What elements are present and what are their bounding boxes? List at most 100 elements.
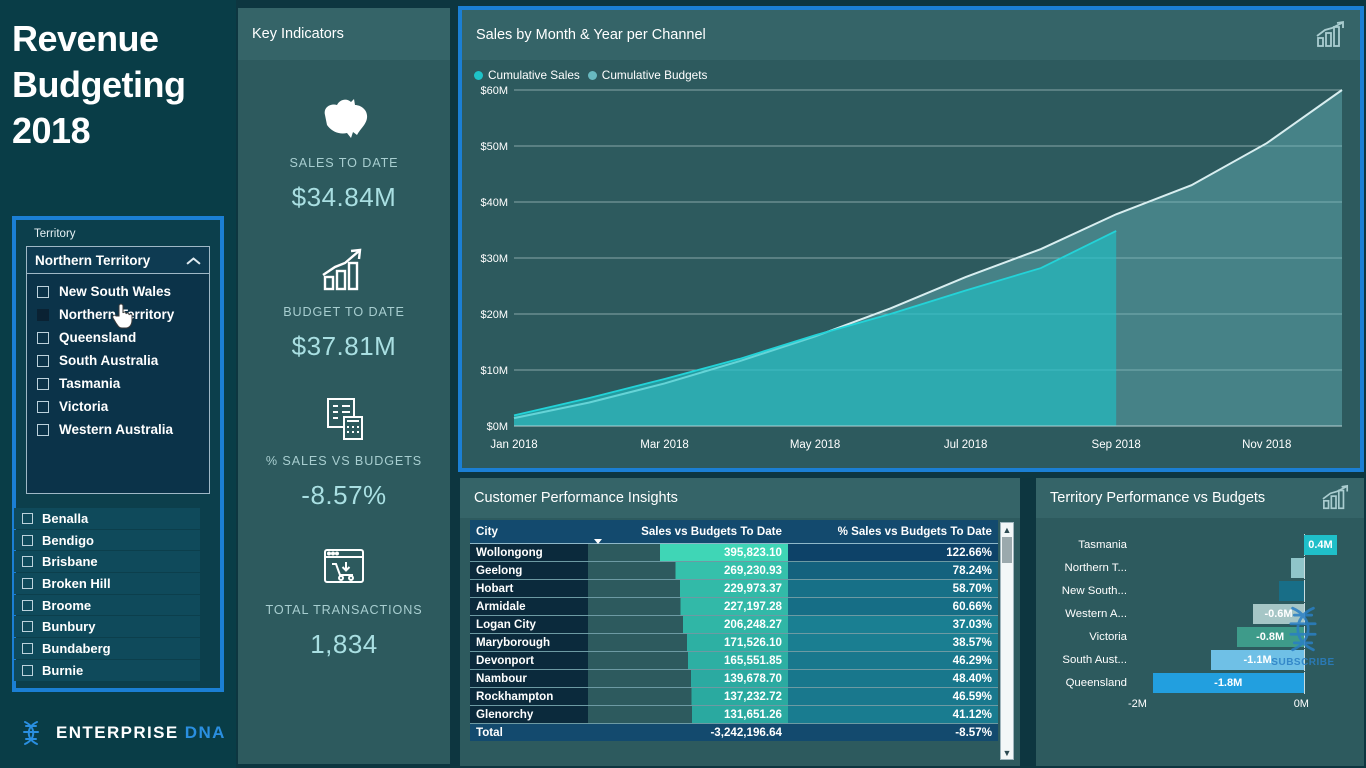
checkbox-icon[interactable] bbox=[22, 599, 33, 611]
checkbox-icon[interactable] bbox=[37, 354, 49, 367]
bar-fill[interactable] bbox=[1278, 581, 1304, 601]
table-row[interactable]: Nambour 139,678.70 48.40% bbox=[470, 669, 998, 688]
city-option[interactable]: Bundaberg bbox=[14, 638, 200, 659]
territory-bar-row[interactable]: New South... bbox=[1044, 580, 1350, 602]
axis-tick-zero: 0M bbox=[1293, 698, 1309, 710]
table-scrollbar[interactable]: ▲ ▼ bbox=[1000, 522, 1014, 760]
table-row[interactable]: Armidale 227,197.28 60.66% bbox=[470, 597, 998, 616]
bar-chart-growth-icon[interactable] bbox=[1314, 20, 1348, 55]
kpi-total-transactions: TOTAL TRANSACTIONS 1,834 bbox=[238, 537, 450, 660]
scrollbar-thumb[interactable] bbox=[1002, 537, 1012, 563]
y-axis-tick-label: $20M bbox=[480, 309, 508, 321]
city-option[interactable]: Broken Hill bbox=[14, 573, 200, 594]
table-row[interactable]: Rockhampton 137,232.72 46.59% bbox=[470, 687, 998, 706]
city-option[interactable]: Broome bbox=[14, 594, 200, 616]
checkbox-icon[interactable] bbox=[37, 377, 49, 390]
bar-fill[interactable]: -1.8M bbox=[1152, 673, 1304, 693]
checkbox-icon[interactable] bbox=[22, 556, 33, 568]
title-line-2: Budgeting bbox=[12, 64, 186, 105]
legend-label: Cumulative Sales bbox=[488, 68, 580, 82]
checkbox-icon[interactable] bbox=[37, 400, 49, 413]
territory-bar-row[interactable]: Victoria -0.8M bbox=[1044, 626, 1350, 648]
territory-option[interactable]: New South Wales bbox=[27, 280, 209, 303]
city-slicer-list[interactable]: Benalla Bendigo Brisbane Broken Hill Broome B… bbox=[14, 508, 200, 682]
checkbox-icon[interactable] bbox=[37, 331, 49, 344]
table-row[interactable]: Devonport 165,551.85 46.29% bbox=[470, 651, 998, 670]
table-row[interactable]: Glenorchy 131,651.26 41.12% bbox=[470, 705, 998, 724]
x-axis-tick-label: Jul 2018 bbox=[944, 439, 987, 451]
checkbox-icon[interactable] bbox=[37, 423, 49, 436]
key-indicators-title: Key Indicators bbox=[252, 26, 344, 42]
legend-item-cumulative-sales[interactable]: Cumulative Sales bbox=[474, 68, 580, 82]
territory-option[interactable]: Queensland bbox=[27, 326, 209, 349]
scroll-up-icon[interactable]: ▲ bbox=[1001, 523, 1013, 536]
checkbox-icon[interactable] bbox=[22, 642, 33, 654]
table-row[interactable]: Hobart 229,973.37 58.70% bbox=[470, 579, 998, 598]
column-header-city[interactable]: City bbox=[470, 520, 588, 544]
bar-fill[interactable]: 0.4M bbox=[1303, 535, 1338, 555]
kpi-pct-sales-vs-budgets: % SALES VS BUDGETS -8.57% bbox=[238, 388, 450, 511]
cell-city: Armidale bbox=[470, 597, 588, 616]
territory-bar-row[interactable]: Northern T... bbox=[1044, 557, 1350, 579]
territory-option-label: Victoria bbox=[59, 399, 109, 414]
checkbox-icon[interactable] bbox=[22, 621, 33, 633]
axis-tick-min: -2M bbox=[1128, 698, 1147, 710]
logo-word-primary: ENTERPRISE bbox=[56, 723, 179, 742]
city-option[interactable]: Bunbury bbox=[14, 616, 200, 638]
cell-city: Rockhampton bbox=[470, 687, 588, 706]
y-axis-tick-label: $40M bbox=[480, 197, 508, 209]
checkbox-icon[interactable] bbox=[22, 664, 33, 676]
territory-option-label: Queensland bbox=[59, 330, 137, 345]
city-option[interactable]: Burnie bbox=[14, 659, 200, 681]
checkbox-icon[interactable] bbox=[37, 308, 49, 321]
bar-fill[interactable]: -1.1M bbox=[1211, 650, 1304, 670]
table-row[interactable]: Wollongong 395,823.10 122.66% bbox=[470, 543, 998, 562]
table-row[interactable]: Geelong 269,230.93 78.24% bbox=[470, 561, 998, 580]
table-row[interactable]: Maryborough 171,526.10 38.57% bbox=[470, 633, 998, 652]
customer-performance-table[interactable]: City Sales vs Budgets To Date % Sales vs… bbox=[470, 520, 998, 742]
territory-bar-row[interactable]: South Aust... -1.1M bbox=[1044, 649, 1350, 671]
checkbox-icon[interactable] bbox=[22, 577, 33, 589]
city-option-label: Brisbane bbox=[42, 554, 98, 570]
city-option[interactable]: Bendigo bbox=[14, 529, 200, 551]
cell-sales-vs-budgets: 139,678.70 bbox=[588, 669, 788, 688]
territory-option[interactable]: Victoria bbox=[27, 395, 209, 418]
table-row[interactable]: Logan City 206,248.27 37.03% bbox=[470, 615, 998, 634]
city-option-label: Burnie bbox=[42, 662, 84, 678]
territory-option[interactable]: Western Australia bbox=[27, 418, 209, 441]
legend-item-cumulative-budgets[interactable]: Cumulative Budgets bbox=[587, 68, 707, 82]
bar-chart-growth-icon[interactable] bbox=[1320, 484, 1352, 517]
city-option-label: Bunbury bbox=[42, 619, 96, 635]
bar-fill[interactable] bbox=[1291, 558, 1304, 578]
territory-bar-row[interactable]: Tasmania 0.4M bbox=[1044, 534, 1350, 556]
territory-bar-row[interactable]: Western A... -0.6M bbox=[1044, 603, 1350, 625]
cell-sales-vs-budgets: 227,197.28 bbox=[588, 597, 788, 616]
chevron-up-icon[interactable] bbox=[187, 256, 201, 265]
total-sales-vs-budgets: -3,242,196.64 bbox=[588, 723, 788, 742]
checkbox-icon[interactable] bbox=[37, 285, 49, 298]
checkbox-icon[interactable] bbox=[22, 512, 33, 524]
checkbox-icon[interactable] bbox=[22, 534, 33, 546]
scroll-down-icon[interactable]: ▼ bbox=[1001, 746, 1013, 759]
territory-option[interactable]: Northern Territory bbox=[27, 303, 209, 326]
city-option[interactable]: Benalla bbox=[14, 508, 200, 529]
y-axis-tick-label: $30M bbox=[480, 253, 508, 265]
bar-fill[interactable]: -0.8M bbox=[1236, 627, 1304, 647]
bar-track: 0.4M bbox=[1136, 534, 1350, 556]
bar-fill[interactable]: -0.6M bbox=[1253, 604, 1304, 624]
territory-dropdown[interactable]: Northern Territory bbox=[26, 246, 210, 274]
territory-bar-row[interactable]: Queensland -1.8M bbox=[1044, 672, 1350, 694]
bar-category-label: South Aust... bbox=[1062, 654, 1127, 666]
city-option[interactable]: Brisbane bbox=[14, 551, 200, 573]
city-option-label: Broken Hill bbox=[42, 575, 111, 591]
territory-option-list[interactable]: New South Wales Northern Territory Queensl… bbox=[26, 274, 210, 494]
kpi-label: TOTAL TRANSACTIONS bbox=[265, 603, 423, 617]
legend-dot-icon bbox=[587, 70, 597, 80]
column-header-sales-vs-budgets[interactable]: Sales vs Budgets To Date bbox=[588, 520, 788, 544]
territory-option[interactable]: South Australia bbox=[27, 349, 209, 372]
cell-sales-vs-budgets: 171,526.10 bbox=[588, 633, 788, 652]
territory-option[interactable]: Tasmania bbox=[27, 372, 209, 395]
column-header-pct-sales-vs-budgets[interactable]: % Sales vs Budgets To Date bbox=[788, 520, 998, 544]
legend-dot-icon bbox=[474, 70, 483, 80]
cell-city: Nambour bbox=[470, 669, 588, 688]
